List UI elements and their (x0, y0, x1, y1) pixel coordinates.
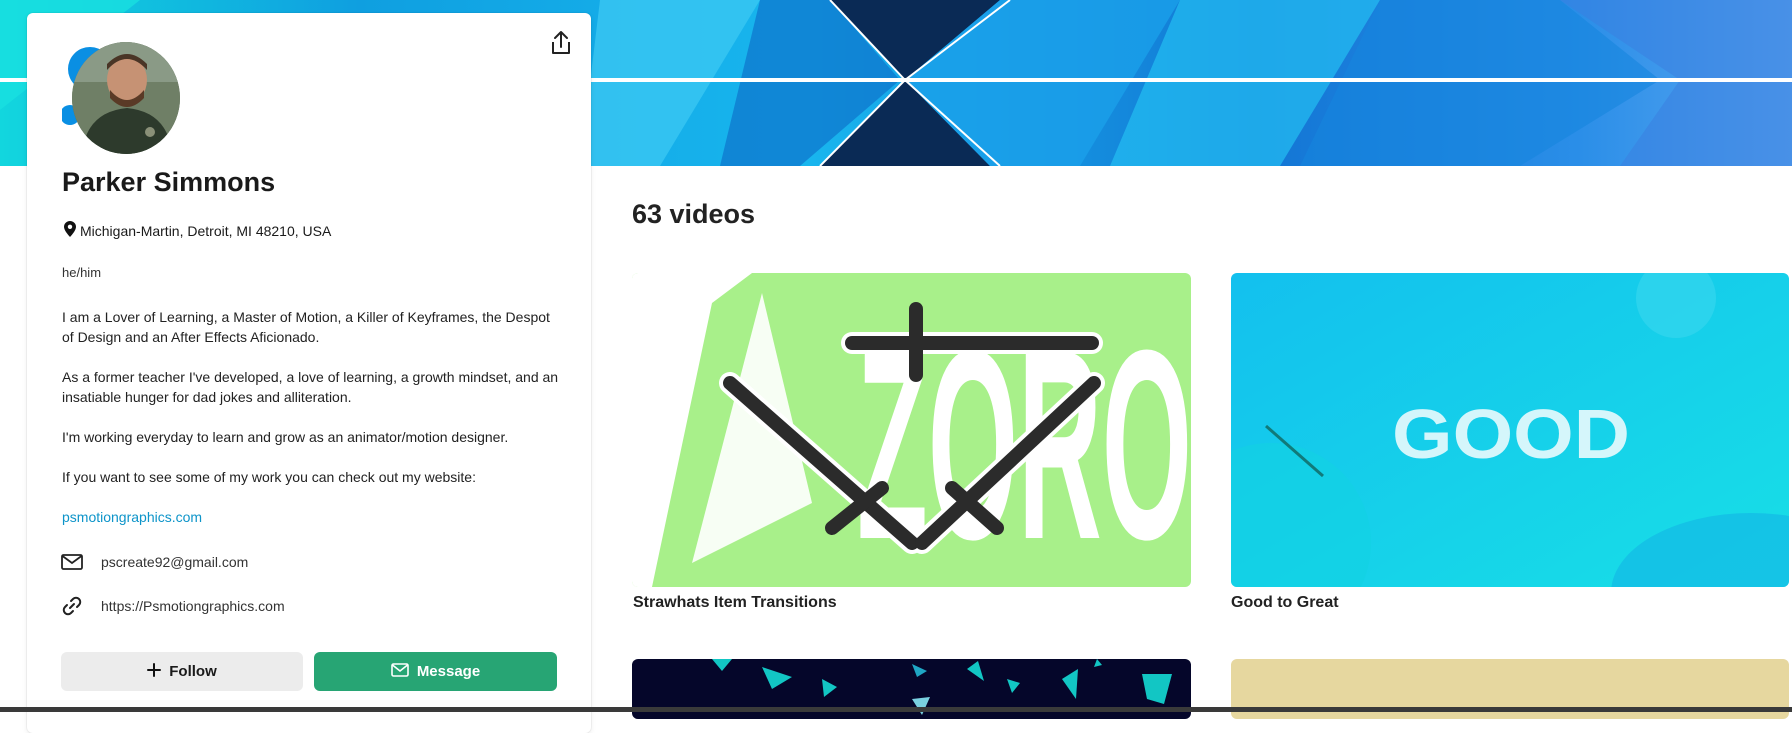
bio-paragraph: I'm working everyday to learn and grow a… (62, 429, 509, 445)
avatar (62, 37, 180, 161)
envelope-icon (60, 550, 84, 574)
link-icon (60, 594, 84, 618)
bio-paragraph: If you want to see some of my work you c… (62, 469, 476, 485)
location-text: Michigan-Martin, Detroit, MI 48210, USA (80, 222, 332, 239)
pronouns: he/him (62, 265, 102, 280)
follow-label: Follow (169, 663, 217, 680)
video-title[interactable]: Good to Great (1231, 594, 1339, 612)
thumbnail-text: GOOD (1392, 395, 1630, 473)
website-link[interactable]: psmotiongraphics.com (62, 509, 202, 525)
video-thumbnail[interactable]: ZORO (632, 273, 1191, 587)
location: Michigan-Martin, Detroit, MI 48210, USA (64, 221, 331, 240)
bio-paragraph: As a former teacher I've developed, a lo… (62, 369, 559, 405)
map-pin-icon (64, 221, 76, 240)
email-text[interactable]: pscreate92@gmail.com (101, 554, 248, 570)
video-title[interactable]: Strawhats Item Transitions (633, 594, 837, 612)
message-button[interactable]: Message (314, 652, 557, 691)
profile-name: Parker Simmons (62, 167, 276, 197)
bottom-edge (0, 707, 1792, 712)
bio-paragraph: I am a Lover of Learning, a Master of Mo… (62, 309, 550, 345)
bio: I am a Lover of Learning, a Master of Mo… (62, 307, 562, 507)
avatar-photo (72, 42, 180, 154)
follow-button[interactable]: Follow (61, 652, 303, 691)
message-label: Message (416, 663, 481, 680)
url-row[interactable]: https://Psmotiongraphics.com (60, 594, 285, 618)
email-row[interactable]: pscreate92@gmail.com (60, 550, 248, 574)
plus-icon (147, 662, 162, 681)
envelope-icon (391, 662, 409, 681)
url-text[interactable]: https://Psmotiongraphics.com (101, 598, 285, 614)
share-icon[interactable] (548, 29, 574, 57)
video-count: 63 videos (632, 199, 756, 229)
video-thumbnail[interactable]: GOOD (1231, 273, 1789, 587)
